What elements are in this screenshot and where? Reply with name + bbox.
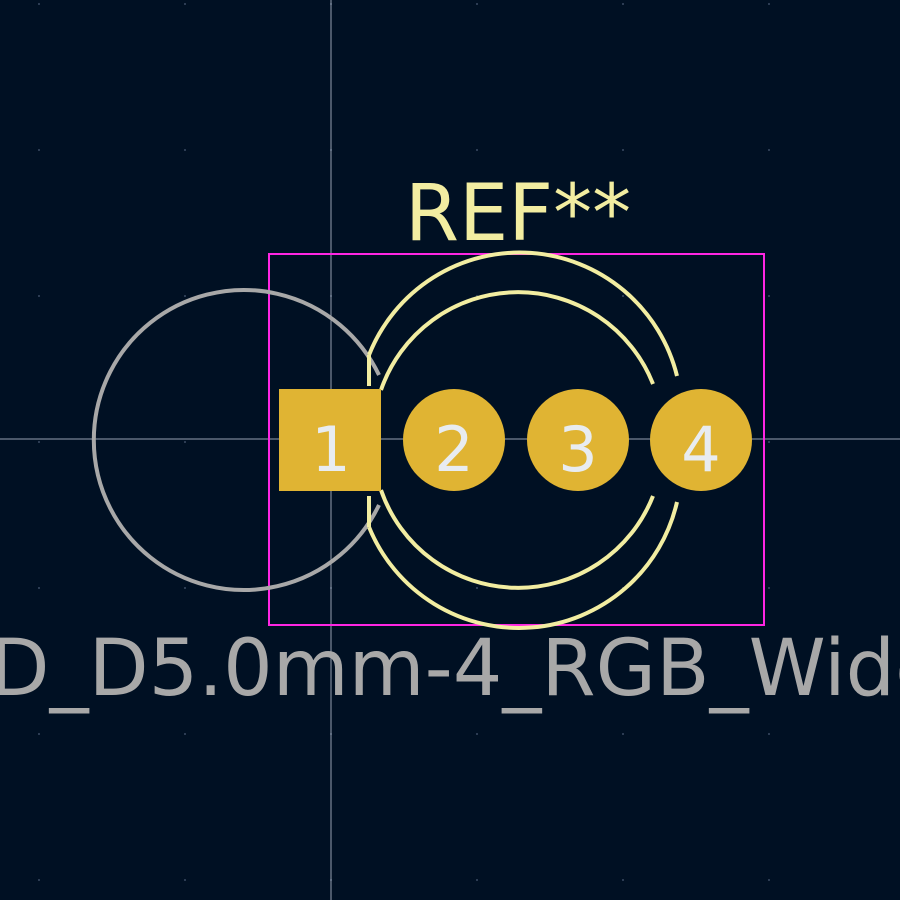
grid-dot xyxy=(768,441,770,443)
grid-dot xyxy=(38,879,40,881)
grid-dot xyxy=(768,3,770,5)
footprint-value-text[interactable]: LED_D5.0mm-4_RGB_Wide_Pins xyxy=(0,624,900,714)
pad-4[interactable]: 4 xyxy=(650,389,752,491)
grid-dot xyxy=(622,295,624,297)
grid-dot xyxy=(38,587,40,589)
grid-dot xyxy=(476,149,478,151)
grid-dot xyxy=(622,149,624,151)
grid-dot xyxy=(38,733,40,735)
grid-dot xyxy=(184,441,186,443)
pad-3[interactable]: 3 xyxy=(527,389,629,491)
pad-3-number: 3 xyxy=(558,413,597,486)
pad-1[interactable]: 1 xyxy=(279,389,381,491)
grid-dot xyxy=(768,587,770,589)
grid-dot xyxy=(38,149,40,151)
grid-dot xyxy=(38,295,40,297)
grid-dot xyxy=(38,441,40,443)
grid-dot xyxy=(768,149,770,151)
grid-dot xyxy=(476,587,478,589)
grid-dot xyxy=(184,879,186,881)
grid-dot xyxy=(622,879,624,881)
reference-designator[interactable]: REF** xyxy=(405,169,631,259)
grid-dot xyxy=(184,587,186,589)
footprint-editor-view[interactable]: 1 2 3 4 REF** LED_D5.0mm-4_RGB_Wide_Pins xyxy=(0,0,900,900)
grid-dot xyxy=(622,3,624,5)
grid-dot xyxy=(768,733,770,735)
grid-dot xyxy=(622,733,624,735)
grid-dot xyxy=(184,149,186,151)
grid-dot xyxy=(476,3,478,5)
grid-dot xyxy=(476,879,478,881)
pad-2-number: 2 xyxy=(434,413,473,486)
grid-dot xyxy=(184,733,186,735)
pad-2[interactable]: 2 xyxy=(403,389,505,491)
pad-1-number: 1 xyxy=(311,413,350,486)
grid-dot xyxy=(184,295,186,297)
grid-dot xyxy=(768,879,770,881)
pad-4-number: 4 xyxy=(681,413,720,486)
grid-dot xyxy=(768,295,770,297)
pcb-footprint-canvas[interactable]: 1 2 3 4 REF** LED_D5.0mm-4_RGB_Wide_Pins xyxy=(0,0,900,900)
grid-dot xyxy=(476,733,478,735)
grid-dot xyxy=(38,3,40,5)
grid-dot xyxy=(184,3,186,5)
